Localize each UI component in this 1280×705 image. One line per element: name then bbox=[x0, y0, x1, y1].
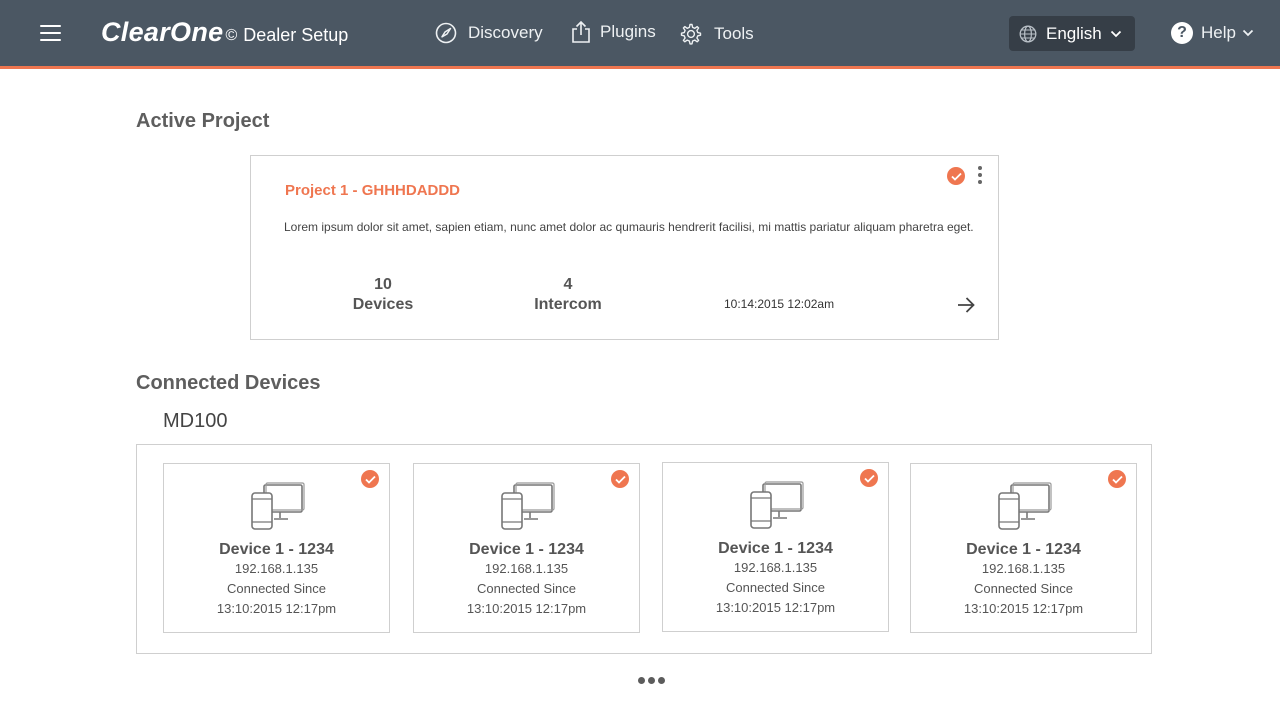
chevron-down-icon bbox=[1110, 30, 1121, 37]
connected-since-label: Connected Since bbox=[226, 581, 326, 596]
more-options-icon[interactable] bbox=[975, 166, 985, 186]
brand-logo: ClearOne bbox=[101, 17, 224, 47]
device-name: Device 1 - 1234 bbox=[718, 540, 833, 557]
connected-since-time: 13:10:2015 12:17pm bbox=[466, 601, 587, 616]
help-label: Help bbox=[1201, 23, 1236, 42]
brand: ClearOne © Dealer Setup bbox=[101, 17, 348, 48]
intercom-count: 4 bbox=[563, 276, 573, 293]
nav-plugins[interactable]: Plugins bbox=[571, 20, 656, 44]
chevron-down-icon bbox=[1242, 29, 1254, 37]
devices-icon bbox=[251, 482, 305, 530]
device-list: Device 1 - 1234 192.168.1.135 Connected … bbox=[136, 444, 1152, 654]
active-project-heading: Active Project bbox=[136, 110, 270, 132]
device-name: Device 1 - 1234 bbox=[219, 541, 334, 558]
project-timestamp: 10:14:2015 12:02am bbox=[724, 297, 835, 311]
compass-icon bbox=[435, 22, 457, 44]
project-description: Lorem ipsum dolor sit amet, sapien etiam… bbox=[284, 220, 974, 234]
device-ip: 192.168.1.135 bbox=[484, 561, 569, 576]
connected-since-label: Connected Since bbox=[476, 581, 576, 596]
device-ip: 192.168.1.135 bbox=[234, 561, 319, 576]
device-group-title: MD100 bbox=[163, 410, 228, 432]
menu-icon[interactable] bbox=[40, 25, 61, 41]
device-card[interactable]: Device 1 - 1234 192.168.1.135 Connected … bbox=[662, 462, 889, 632]
nav-tools-label: Tools bbox=[714, 24, 754, 43]
device-card[interactable]: Device 1 - 1234 192.168.1.135 Connected … bbox=[413, 463, 640, 633]
nav-discovery-label: Discovery bbox=[468, 23, 543, 42]
devices-stat: 10 Devices bbox=[333, 276, 433, 316]
connected-since-label: Connected Since bbox=[973, 581, 1073, 596]
copyright-mark: © bbox=[225, 27, 238, 44]
help-icon: ? bbox=[1171, 22, 1193, 44]
devices-count: 10 bbox=[374, 276, 392, 293]
project-card[interactable]: Project 1 - GHHHDADDD Lorem ipsum dolor … bbox=[250, 155, 999, 340]
check-icon bbox=[1108, 470, 1126, 488]
check-icon bbox=[361, 470, 379, 488]
nav-discovery[interactable]: Discovery bbox=[435, 22, 543, 44]
connected-since-time: 13:10:2015 12:17pm bbox=[216, 601, 337, 616]
nav-tools[interactable]: Tools bbox=[679, 22, 754, 46]
language-label: English bbox=[1046, 23, 1102, 43]
help-menu[interactable]: ? Help bbox=[1171, 22, 1254, 44]
devices-icon bbox=[501, 482, 555, 530]
load-more-icon[interactable] bbox=[638, 677, 668, 684]
top-header: ClearOne © Dealer Setup Discovery Plugins … bbox=[0, 0, 1280, 69]
nav-plugins-label: Plugins bbox=[600, 22, 656, 41]
intercom-label: Intercom bbox=[534, 296, 602, 313]
upload-icon bbox=[572, 20, 590, 43]
check-icon bbox=[611, 470, 629, 488]
devices-icon bbox=[750, 481, 804, 529]
connected-devices-heading: Connected Devices bbox=[136, 372, 321, 394]
connected-since-time: 13:10:2015 12:17pm bbox=[715, 600, 836, 615]
gear-icon bbox=[680, 23, 702, 45]
connected-since-time: 13:10:2015 12:17pm bbox=[963, 601, 1084, 616]
arrow-right-icon[interactable] bbox=[956, 295, 976, 315]
intercom-stat: 4 Intercom bbox=[518, 276, 618, 316]
device-name: Device 1 - 1234 bbox=[966, 541, 1081, 558]
devices-label: Devices bbox=[352, 296, 414, 313]
project-name[interactable]: Project 1 - GHHHDADDD bbox=[285, 182, 460, 199]
language-select[interactable]: English bbox=[1009, 16, 1135, 51]
app-name: Dealer Setup bbox=[243, 25, 349, 45]
device-ip: 192.168.1.135 bbox=[981, 561, 1066, 576]
device-name: Device 1 - 1234 bbox=[469, 541, 584, 558]
globe-icon bbox=[1019, 25, 1037, 42]
device-ip: 192.168.1.135 bbox=[733, 560, 818, 575]
devices-icon bbox=[998, 482, 1052, 530]
check-icon bbox=[947, 167, 965, 185]
check-icon bbox=[860, 469, 878, 487]
connected-since-label: Connected Since bbox=[725, 580, 825, 595]
device-card[interactable]: Device 1 - 1234 192.168.1.135 Connected … bbox=[910, 463, 1137, 633]
device-card[interactable]: Device 1 - 1234 192.168.1.135 Connected … bbox=[163, 463, 390, 633]
